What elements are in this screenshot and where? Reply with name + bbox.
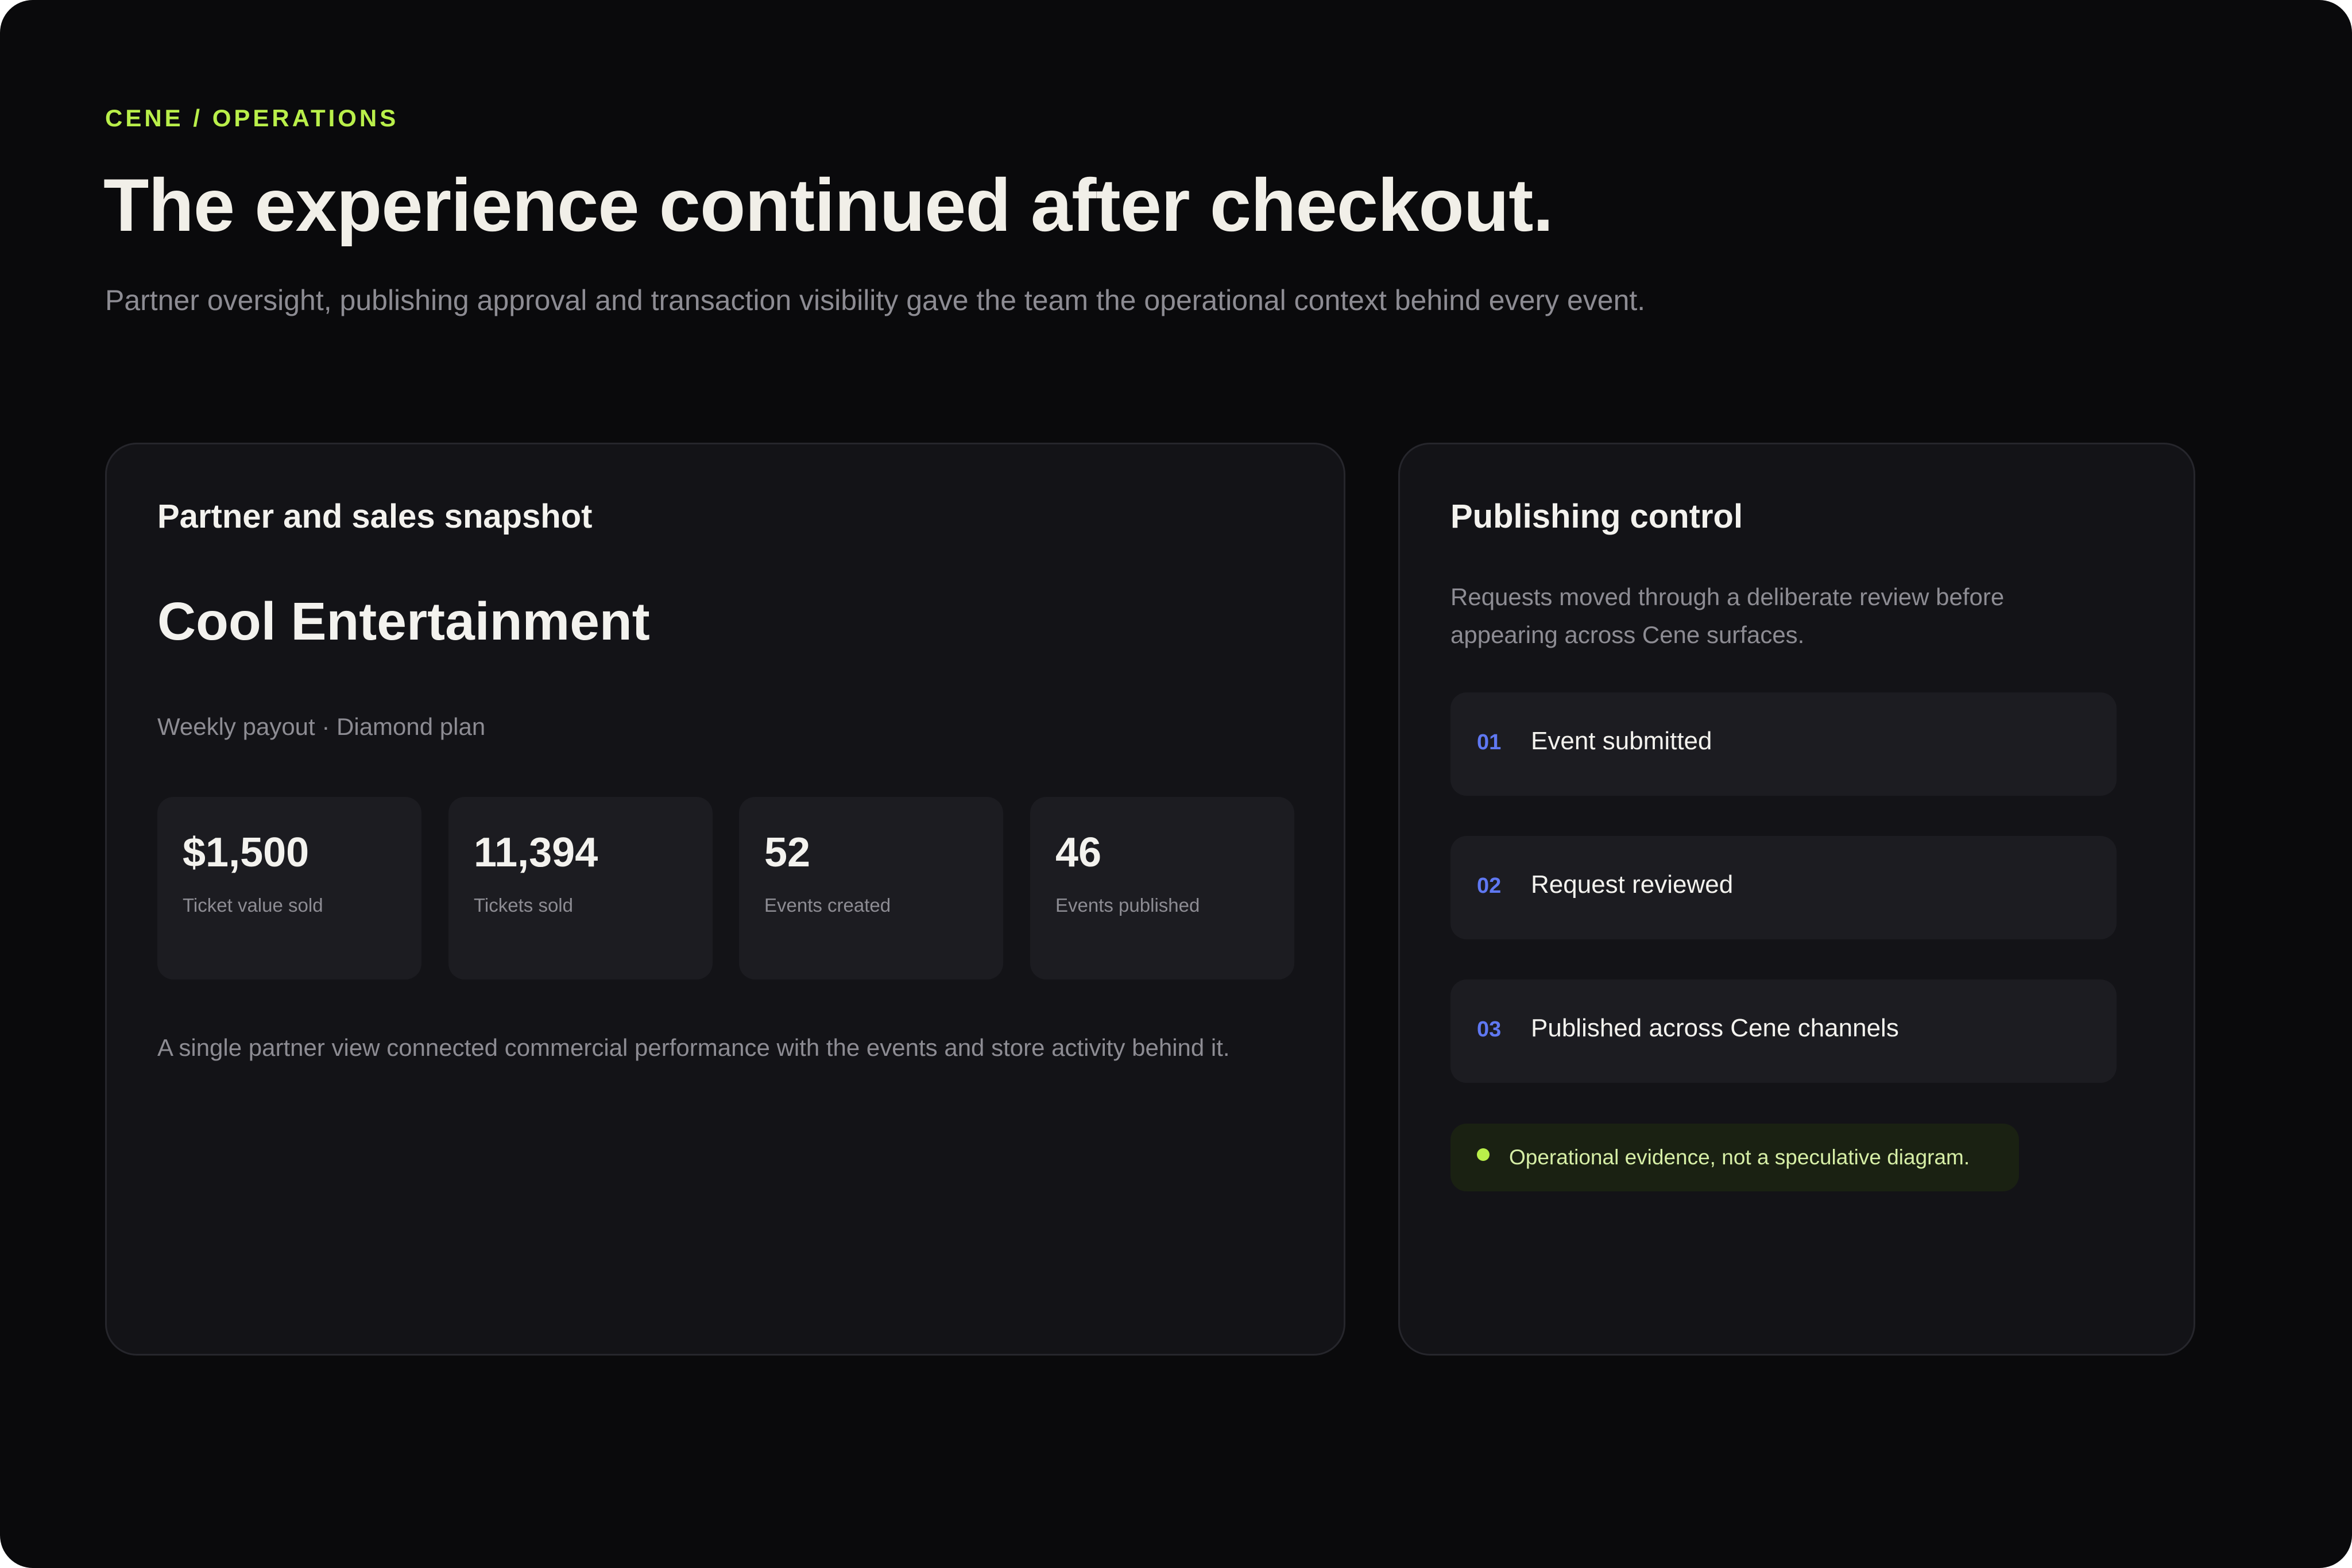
step-published-across-channels: 03 Published across Cene channels xyxy=(1450,979,2117,1083)
step-label: Event submitted xyxy=(1531,727,1712,755)
step-label: Published across Cene channels xyxy=(1531,1014,1899,1042)
step-request-reviewed: 02 Request reviewed xyxy=(1450,836,2117,939)
page-subtitle: Partner oversight, publishing approval a… xyxy=(105,284,1646,316)
stat-label: Tickets sold xyxy=(474,895,573,916)
step-number: 01 xyxy=(1477,730,1502,754)
stat-value: 46 xyxy=(1055,830,1102,876)
breadcrumb: CENE / OPERATIONS xyxy=(105,104,399,131)
stat-label: Events created xyxy=(764,895,891,916)
evidence-text: Operational evidence, not a speculative … xyxy=(1509,1145,1970,1169)
stat-label: Ticket value sold xyxy=(183,895,323,916)
stat-tickets-sold: 11,394 Tickets sold xyxy=(448,797,713,979)
partner-sales-snapshot-card: Partner and sales snapshot Cool Entertai… xyxy=(105,443,1345,1356)
publishing-card-title: Publishing control xyxy=(1450,498,1743,535)
snapshot-card-title: Partner and sales snapshot xyxy=(157,498,593,535)
status-dot-icon xyxy=(1477,1148,1490,1161)
stat-label: Events published xyxy=(1055,895,1200,916)
stats-row: $1,500 Ticket value sold 11,394 Tickets … xyxy=(157,797,1295,979)
stat-events-created: 52 Events created xyxy=(739,797,1003,979)
publishing-description: Requests moved through a deliberate revi… xyxy=(1450,583,2005,648)
evidence-badge: Operational evidence, not a speculative … xyxy=(1450,1124,2019,1191)
stat-value: 11,394 xyxy=(474,830,598,876)
step-number: 03 xyxy=(1477,1017,1502,1042)
step-number: 02 xyxy=(1477,874,1502,898)
stat-value: 52 xyxy=(764,830,811,876)
snapshot-note: A single partner view connected commerci… xyxy=(157,1034,1230,1061)
stat-value: $1,500 xyxy=(183,830,310,876)
publishing-control-card: Publishing control Requests moved throug… xyxy=(1398,443,2195,1356)
step-label: Request reviewed xyxy=(1531,870,1734,899)
page-frame: CENE / OPERATIONS The experience continu… xyxy=(0,0,2352,1568)
partner-meta: Weekly payout · Diamond plan xyxy=(157,713,486,740)
partner-name: Cool Entertainment xyxy=(157,591,650,651)
stat-events-published: 46 Events published xyxy=(1030,797,1294,979)
page-title: The experience continued after checkout. xyxy=(103,163,1554,247)
step-event-submitted: 01 Event submitted xyxy=(1450,692,2117,796)
stat-ticket-value-sold: $1,500 Ticket value sold xyxy=(157,797,421,979)
